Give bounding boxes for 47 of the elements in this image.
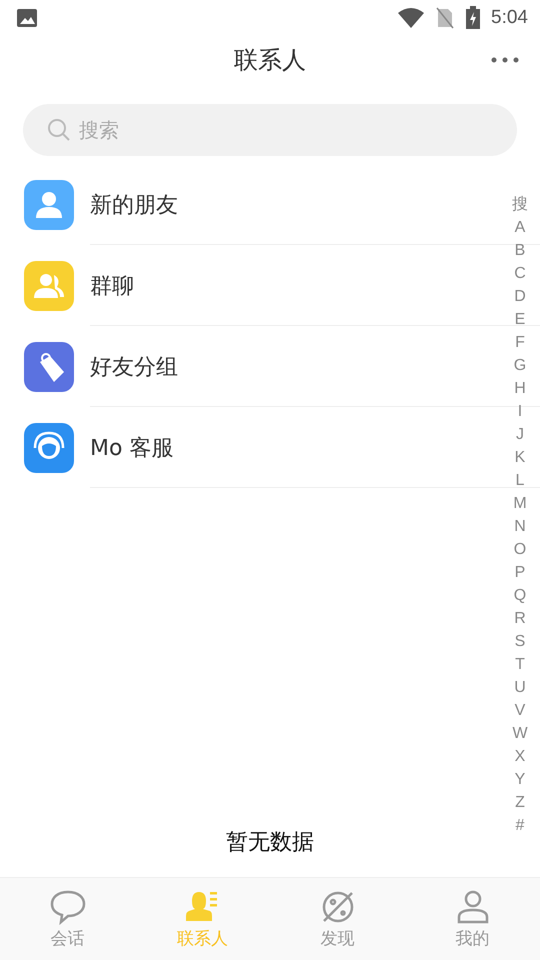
index-letter[interactable]: J — [516, 423, 524, 446]
no-sim-icon — [435, 7, 456, 29]
entry-icon[interactable] — [24, 180, 74, 230]
index-letter[interactable]: S — [514, 630, 526, 653]
entry-label[interactable]: 好友分组 — [90, 352, 178, 382]
index-letter[interactable]: # — [516, 814, 524, 837]
index-letter[interactable]: L — [516, 469, 524, 492]
index-letter[interactable]: Q — [514, 584, 526, 607]
index-letter[interactable]: W — [512, 722, 528, 745]
index-letter[interactable]: V — [514, 699, 526, 722]
index-letter[interactable]: X — [514, 745, 526, 768]
entry-label[interactable]: 群聊 — [90, 270, 134, 300]
empty-message: 暂无数据 — [226, 829, 314, 857]
entry-icon[interactable] — [24, 342, 74, 392]
status-time: 5:04 — [491, 7, 528, 29]
battery-icon — [465, 6, 482, 30]
nav-tab[interactable]: 发现 — [270, 878, 405, 960]
image-icon — [16, 8, 38, 28]
index-letter[interactable]: M — [513, 492, 527, 515]
index-letter[interactable]: A — [514, 216, 526, 239]
index-letter[interactable]: B — [514, 239, 526, 262]
search-field[interactable]: 搜索 — [23, 104, 517, 156]
index-letter[interactable]: H — [514, 377, 526, 400]
page-title: 联系人 — [234, 45, 306, 76]
index-letter[interactable]: T — [515, 653, 525, 676]
index-letter[interactable]: O — [514, 538, 526, 561]
index-letter[interactable]: Y — [514, 768, 526, 791]
index-letter[interactable]: F — [515, 331, 525, 354]
nav-tab[interactable]: 我的 — [405, 878, 540, 960]
entry-label[interactable]: 新的朋友 — [90, 190, 178, 220]
index-letter[interactable]: U — [514, 676, 526, 699]
index-letter[interactable]: C — [514, 262, 526, 285]
more-icon[interactable] — [490, 56, 520, 64]
index-letter[interactable]: K — [514, 446, 526, 469]
index-letter[interactable]: G — [514, 354, 526, 377]
index-letter[interactable]: 搜 — [512, 193, 528, 216]
entry-icon[interactable] — [24, 422, 74, 472]
index-letter[interactable]: R — [514, 607, 526, 630]
index-letter[interactable]: N — [514, 515, 526, 538]
index-letter[interactable]: E — [514, 308, 526, 331]
index-letter[interactable]: P — [514, 561, 526, 584]
entry-label[interactable]: Mo 客服 — [90, 432, 174, 462]
index-letter[interactable]: D — [514, 285, 526, 308]
index-letter[interactable]: I — [518, 400, 522, 423]
index-letter[interactable]: Z — [515, 791, 525, 814]
wifi-icon — [397, 7, 426, 29]
nav-tab[interactable]: 会话 — [0, 878, 135, 960]
